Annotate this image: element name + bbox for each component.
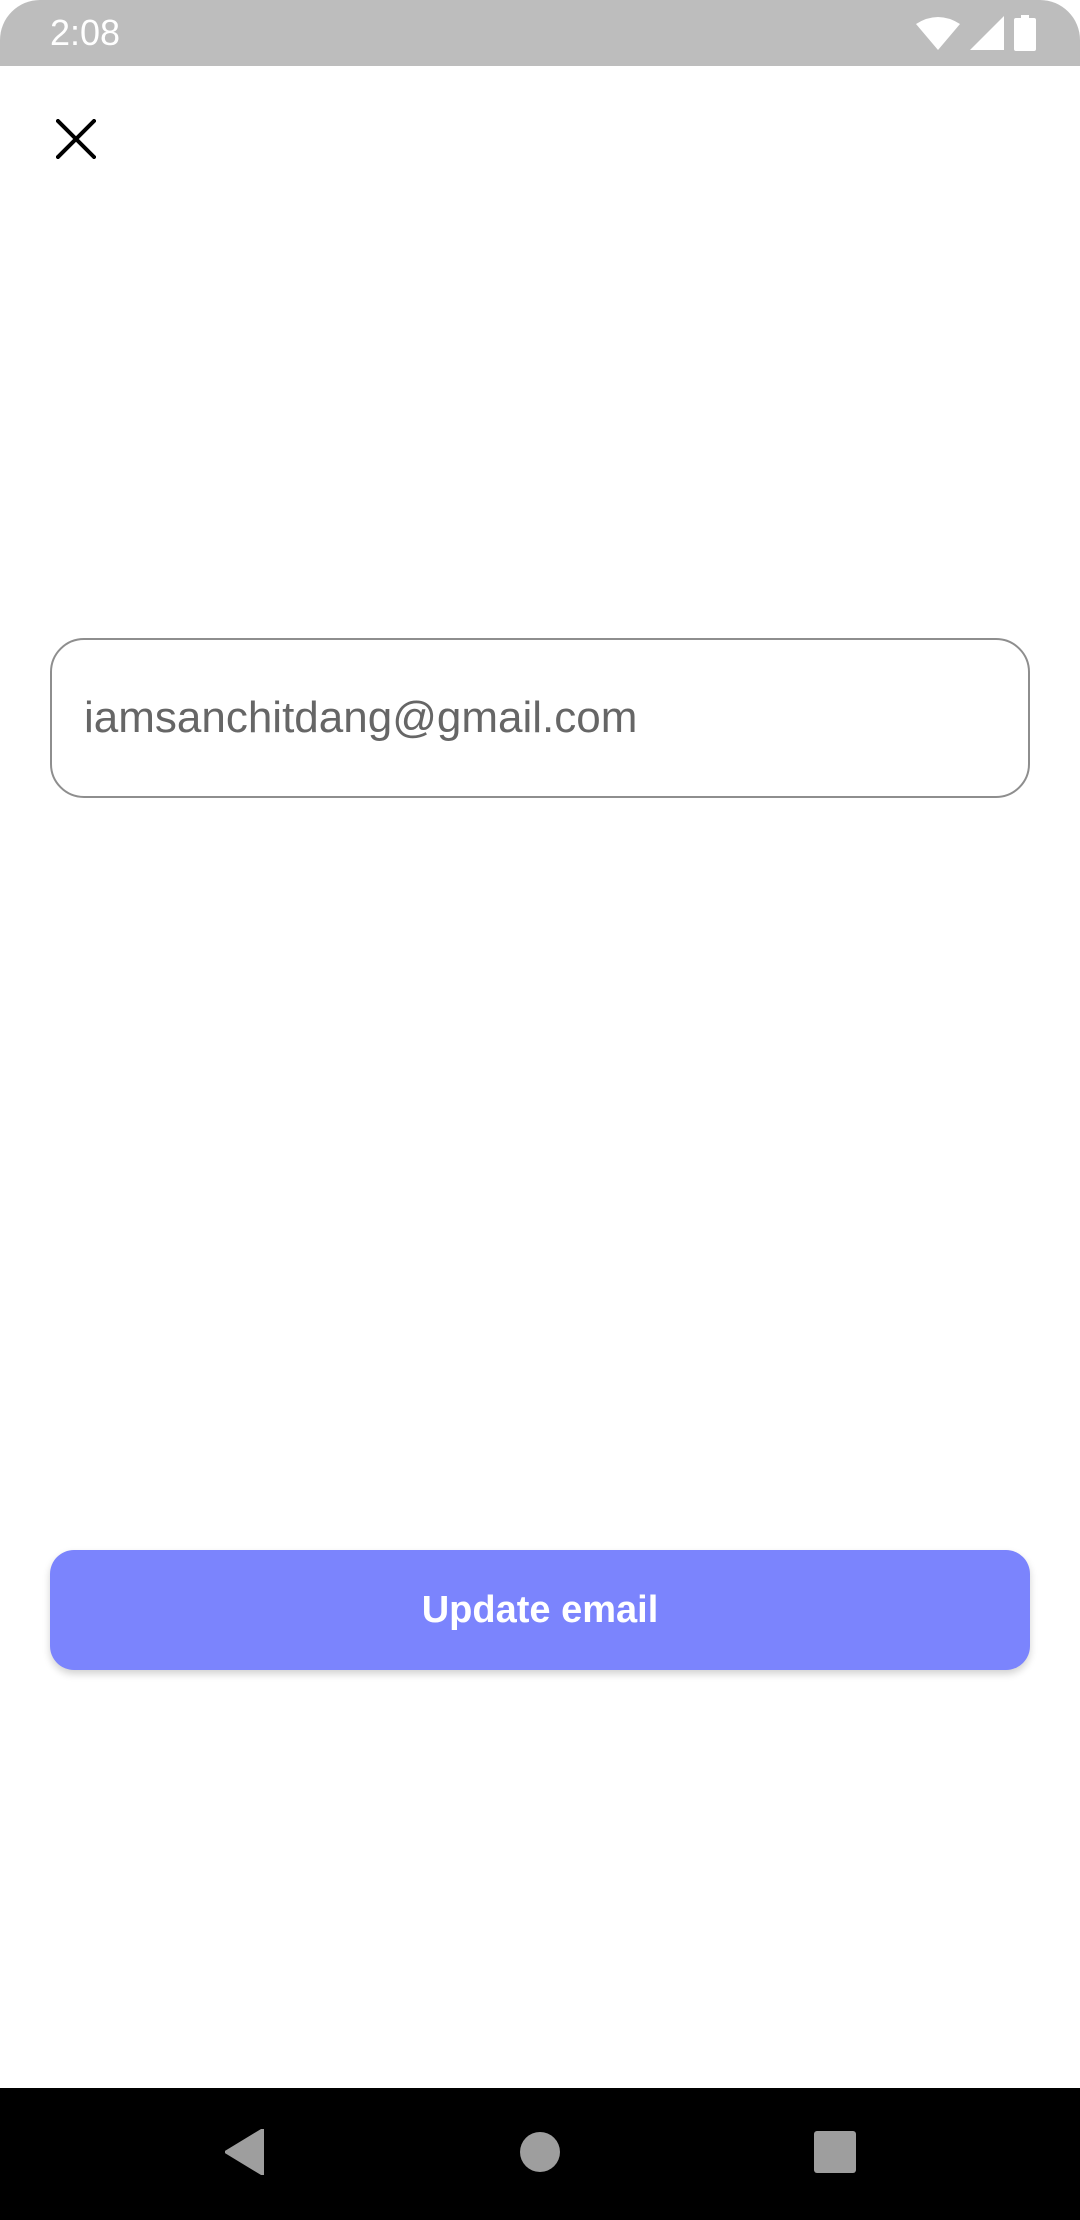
close-button[interactable] xyxy=(38,103,114,179)
status-time: 2:08 xyxy=(50,12,121,53)
status-icons xyxy=(916,15,1036,51)
update-email-button[interactable]: Update email xyxy=(50,1550,1030,1670)
recents-icon xyxy=(814,2130,856,2178)
back-button[interactable] xyxy=(185,2088,305,2220)
home-button[interactable] xyxy=(480,2088,600,2220)
status-bar: 2:08 xyxy=(0,0,1080,66)
close-icon xyxy=(55,117,97,164)
battery-icon xyxy=(1014,15,1036,51)
email-input[interactable] xyxy=(84,640,994,796)
recents-button[interactable] xyxy=(775,2088,895,2220)
cell-signal-icon xyxy=(970,16,1004,50)
home-icon xyxy=(520,2131,560,2177)
email-field[interactable] xyxy=(50,638,1030,798)
navigation-bar xyxy=(0,2088,1080,2220)
back-icon xyxy=(224,2127,265,2180)
wifi-icon xyxy=(916,16,960,50)
